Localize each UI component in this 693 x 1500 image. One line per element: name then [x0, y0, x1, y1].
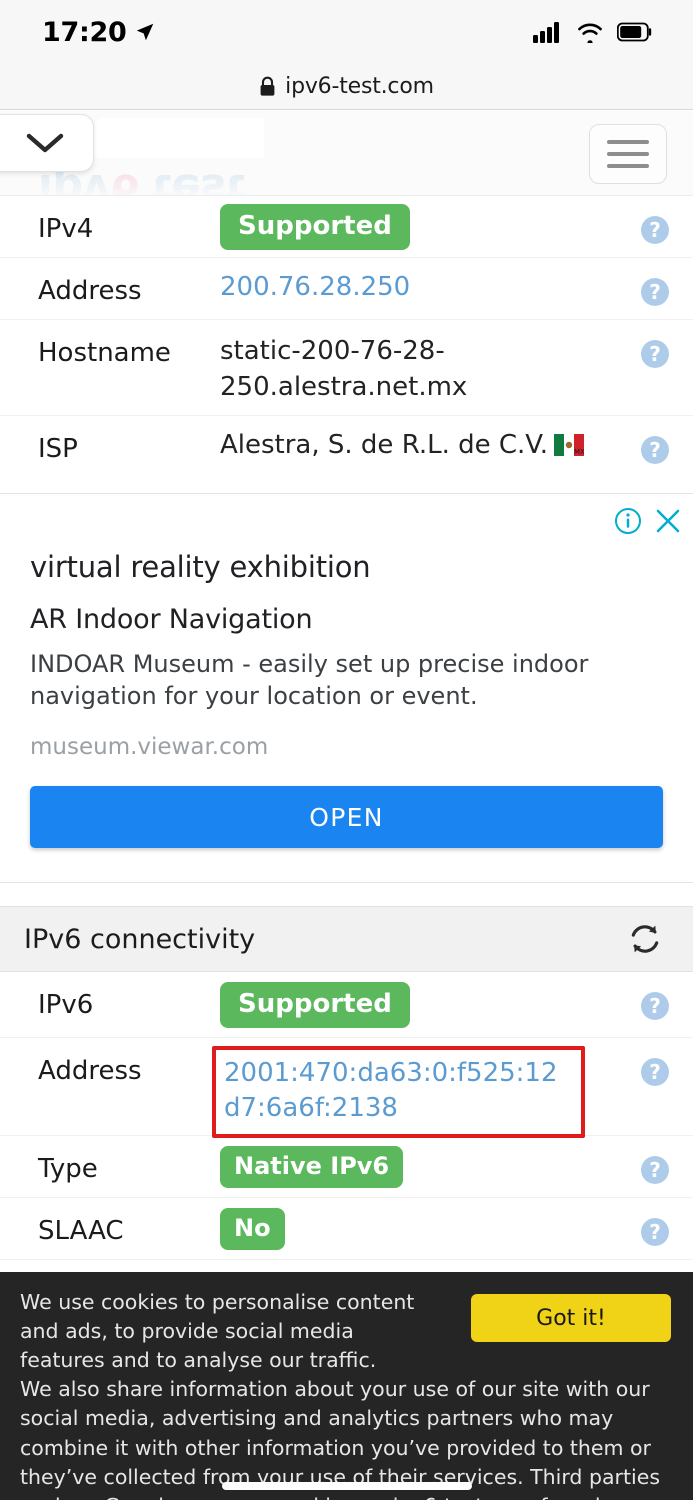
- page-title: IPv6 connectivity: [24, 923, 256, 955]
- ipv4-table: IPv4 Supported ? Address 200.76.28.250 ?…: [0, 196, 693, 488]
- ipv6-address-highlight: 2001:470:da63:0:f525:12d7:6a6f:2138: [212, 1046, 585, 1139]
- collapse-toolbar-button[interactable]: [0, 114, 94, 172]
- browser-url-bar[interactable]: ipv6-test.com: [0, 64, 693, 110]
- ad-controls: [613, 506, 683, 536]
- row-value: Supported: [220, 972, 623, 1028]
- location-arrow-icon: [137, 23, 154, 41]
- row-help-cell[interactable]: ?: [623, 416, 669, 464]
- row-label: Hostname: [38, 338, 171, 368]
- battery-icon: [617, 22, 652, 42]
- table-row: Address 200.76.28.250 ?: [0, 258, 693, 320]
- status-bar: 17:20: [0, 0, 693, 64]
- refresh-icon[interactable]: [627, 921, 663, 957]
- table-row: Hostname static-200-76-28-250.alestra.ne…: [0, 320, 693, 416]
- row-value: Native IPv6: [220, 1136, 623, 1188]
- table-row: IPv4 Supported ?: [0, 196, 693, 258]
- row-help-cell[interactable]: ?: [623, 972, 669, 1020]
- ad-info-icon[interactable]: [613, 506, 643, 536]
- cellular-signal-icon: [533, 22, 559, 43]
- ad-headline[interactable]: virtual reality exhibition: [30, 550, 663, 584]
- row-label: Type: [38, 1154, 98, 1184]
- wifi-icon: [578, 23, 602, 43]
- ipv6-address-link[interactable]: 2001:470:da63:0:f525:12d7:6a6f:2138: [224, 1058, 558, 1123]
- help-icon[interactable]: ?: [641, 1058, 669, 1086]
- url-bar-inner: ipv6-test.com: [259, 74, 434, 99]
- ipv4-address-link[interactable]: 200.76.28.250: [220, 272, 410, 302]
- row-help-cell[interactable]: ?: [623, 258, 669, 306]
- mexico-flag-icon: MX: [554, 433, 585, 463]
- status-badge: Supported: [220, 204, 410, 250]
- row-help-cell[interactable]: ?: [623, 1136, 669, 1184]
- row-value: No: [220, 1198, 623, 1250]
- home-indicator: [221, 1482, 472, 1490]
- help-icon[interactable]: ?: [641, 992, 669, 1020]
- row-label: Address: [38, 1056, 142, 1086]
- lock-icon: [260, 76, 275, 96]
- row-help-cell[interactable]: ?: [623, 196, 669, 244]
- status-badge: Supported: [220, 982, 410, 1028]
- status-badge: Native IPv6: [220, 1146, 404, 1188]
- logo-reflection-test: test: [151, 164, 246, 196]
- row-label: IPv4: [38, 214, 94, 244]
- hamburger-menu-icon-bar-1: [607, 140, 649, 144]
- status-bar-right: [533, 21, 653, 43]
- status-bar-left: 17:20: [42, 17, 156, 48]
- cookie-consent-banner: We use cookies to personalise content an…: [0, 1272, 693, 1500]
- hamburger-menu-icon-bar-2: [607, 152, 649, 156]
- row-value: Alestra, S. de R.L. de C.V. MX: [220, 416, 623, 463]
- help-icon[interactable]: ?: [641, 278, 669, 306]
- help-icon[interactable]: ?: [641, 1218, 669, 1246]
- row-help-cell[interactable]: ?: [623, 1198, 669, 1246]
- row-help-cell[interactable]: ?: [623, 1038, 669, 1086]
- row-label: SLAAC: [38, 1216, 124, 1246]
- cookie-accept-button[interactable]: Got it!: [471, 1294, 671, 1342]
- table-row: Type Native IPv6 ?: [0, 1136, 693, 1198]
- ad-display-url: museum.viewar.com: [30, 734, 269, 761]
- url-text: ipv6-test.com: [285, 74, 434, 99]
- row-label: IPv6: [38, 990, 94, 1020]
- table-row: SLAAC No ?: [0, 1198, 693, 1260]
- help-icon[interactable]: ?: [641, 1156, 669, 1184]
- ad-close-icon[interactable]: [653, 506, 683, 536]
- row-help-cell[interactable]: ?: [623, 320, 669, 368]
- ad-description: INDOAR Museum - easily set up precise in…: [30, 650, 589, 710]
- svg-text:MX: MX: [574, 448, 584, 456]
- clock-label: 17:20: [42, 16, 127, 48]
- ad-open-button[interactable]: OPEN: [30, 786, 663, 849]
- advertisement: virtual reality exhibition AR Indoor Nav…: [0, 493, 693, 883]
- row-value: static-200-76-28-250.alestra.net.mx: [220, 336, 468, 402]
- isp-name: Alestra, S. de R.L. de C.V.: [220, 430, 548, 460]
- ipv6-table: IPv6 Supported ? Address 2001:470:da63:0…: [0, 972, 693, 1260]
- logo-reflection-6: 6: [110, 164, 140, 196]
- site-menu-button[interactable]: [589, 124, 667, 184]
- row-label: Address: [38, 276, 142, 306]
- table-row: Address 2001:470:da63:0:f525:12d7:6a6f:2…: [0, 1038, 693, 1139]
- row-value: 200.76.28.250: [220, 258, 623, 302]
- hamburger-menu-icon-bar-3: [607, 164, 649, 168]
- table-row: ISP Alestra, S. de R.L. de C.V. MX ?: [0, 416, 693, 488]
- ad-inner: virtual reality exhibition AR Indoor Nav…: [0, 494, 693, 874]
- help-icon[interactable]: ?: [641, 340, 669, 368]
- ipv6-section-header: IPv6 connectivity: [0, 906, 693, 972]
- phone-screen: 17:20 ipv6-test.com ipv6 test IPv4 Suppo…: [0, 0, 693, 1500]
- row-label: ISP: [38, 434, 78, 464]
- chevron-down-icon: [26, 133, 64, 153]
- ad-subheadline[interactable]: AR Indoor Navigation: [30, 604, 663, 635]
- table-row: IPv6 Supported ?: [0, 972, 693, 1038]
- row-value: 2001:470:da63:0:f525:12d7:6a6f:2138: [212, 1038, 623, 1139]
- toolbar-white-backdrop: [94, 118, 264, 158]
- help-icon[interactable]: ?: [641, 216, 669, 244]
- help-icon[interactable]: ?: [641, 436, 669, 464]
- status-badge: No: [220, 1208, 285, 1250]
- row-value: Supported: [220, 196, 623, 250]
